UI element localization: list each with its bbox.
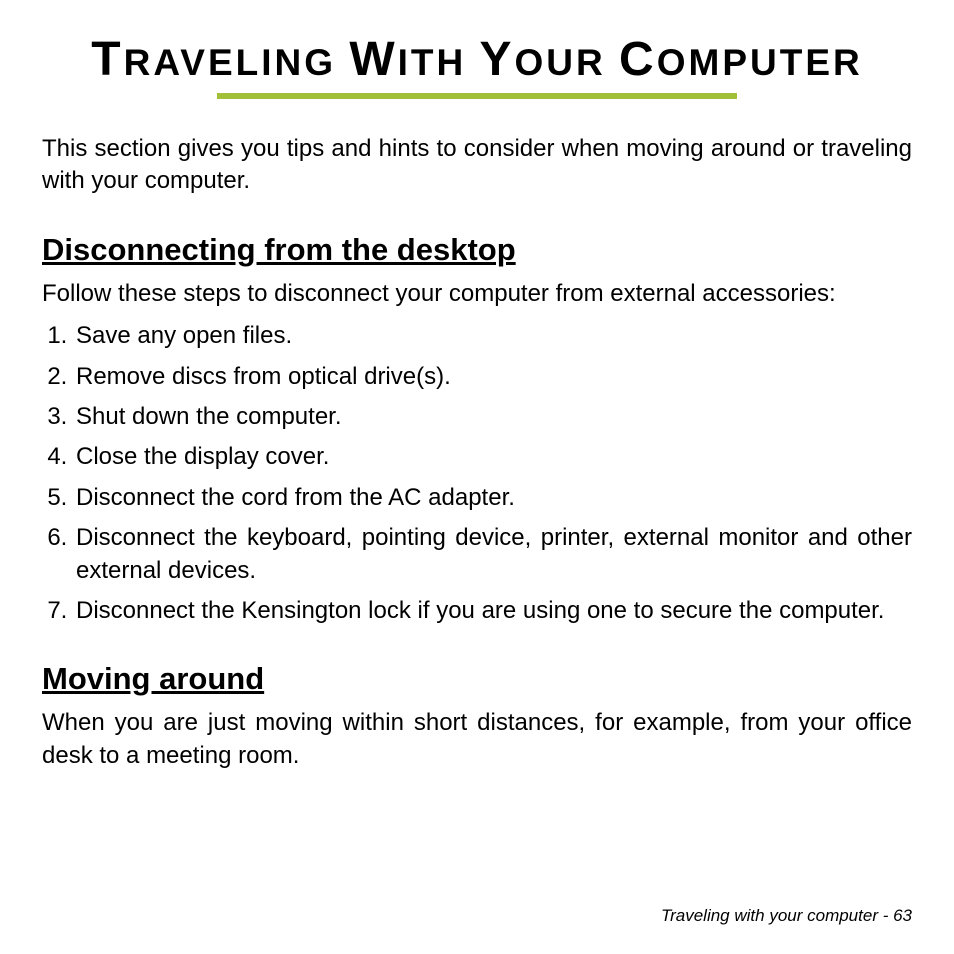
list-item: Disconnect the Kensington lock if you ar…	[74, 595, 912, 627]
section-heading-disconnecting: Disconnecting from the desktop	[42, 232, 912, 268]
page-footer: Traveling with your computer - 63	[661, 906, 912, 926]
page-title: TRAVELING WITH YOUR COMPUTER	[91, 32, 862, 87]
title-word-omputer: OMPUTER	[657, 42, 863, 83]
section-heading-moving: Moving around	[42, 661, 912, 697]
title-cap-t: T	[91, 33, 123, 86]
section1-lead: Follow these steps to disconnect your co…	[42, 278, 912, 310]
list-item: Close the display cover.	[74, 441, 912, 473]
title-cap-w: W	[349, 33, 397, 86]
list-item: Shut down the computer.	[74, 401, 912, 433]
title-word-ith: ITH	[398, 42, 467, 83]
disconnect-steps-list: Save any open files. Remove discs from o…	[42, 320, 912, 627]
list-item: Save any open files.	[74, 320, 912, 352]
list-item: Disconnect the keyboard, pointing device…	[74, 522, 912, 587]
list-item: Remove discs from optical drive(s).	[74, 361, 912, 393]
title-underline	[217, 93, 737, 99]
section2-body: When you are just moving within short di…	[42, 707, 912, 772]
title-word-our: OUR	[515, 42, 606, 83]
title-word-raveling: RAVELING	[124, 42, 336, 83]
title-cap-c: C	[619, 33, 657, 86]
intro-paragraph: This section gives you tips and hints to…	[42, 133, 912, 198]
list-item: Disconnect the cord from the AC adapter.	[74, 482, 912, 514]
document-page: TRAVELING WITH YOUR COMPUTER This sectio…	[0, 0, 954, 954]
title-container: TRAVELING WITH YOUR COMPUTER	[42, 32, 912, 99]
title-cap-y: Y	[480, 33, 515, 86]
